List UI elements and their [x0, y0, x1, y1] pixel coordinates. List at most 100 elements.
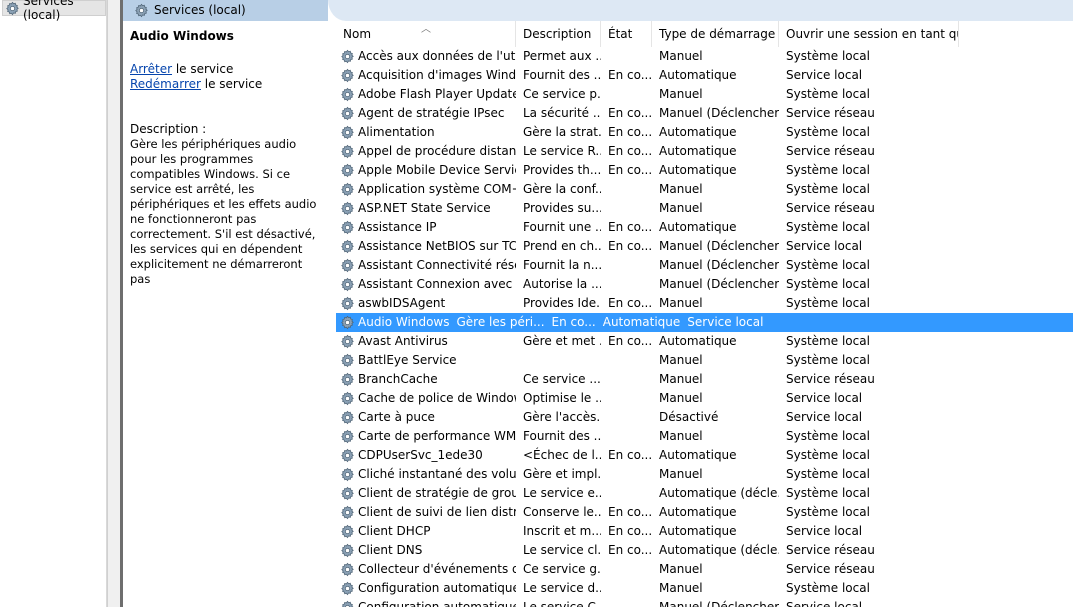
table-row[interactable]: Assistance NetBIOS sur TCP... Prend en ch… [336, 237, 1073, 256]
cell-logon-as: Système local [786, 505, 870, 519]
table-row[interactable]: Avast Antivirus Gère et met ... En co... Au… [336, 332, 1073, 351]
cell-name: Assistance NetBIOS sur TCP... [336, 237, 516, 256]
cell-status [601, 598, 652, 607]
cell-startup-type: Automatique [659, 448, 737, 462]
cell-name: ASP.NET State Service [336, 199, 516, 218]
cell-startup-type: Automatique [659, 220, 737, 234]
cell-description: Gère et met ... [523, 334, 601, 348]
cell-description: Provides th... [523, 163, 601, 177]
cell-status: En co... [608, 144, 652, 158]
cell-name: Acquisition d'images Wind... [336, 66, 516, 85]
cell-status [601, 465, 652, 484]
table-row[interactable]: Audio Windows Gère les péri... En co... Aut… [336, 313, 1073, 332]
table-row[interactable]: Client DNS Le service cl... En co... Automa… [336, 541, 1073, 560]
column-header-description[interactable]: Description [516, 21, 601, 47]
table-row[interactable]: Assistance IP Fournit une ... En co... Auto… [336, 218, 1073, 237]
cell-startup-type: Automatique [659, 505, 737, 519]
table-row[interactable]: ASP.NET State Service Provides su... Manue… [336, 199, 1073, 218]
column-header-status[interactable]: État [601, 21, 652, 47]
table-row[interactable]: Agent de stratégie IPsec La sécurité ... E… [336, 104, 1073, 123]
cell-logon-as: Système local [786, 296, 870, 310]
cell-startup-type: Manuel (Déclencher... [659, 277, 779, 291]
restart-service-link[interactable]: Redémarrer [130, 77, 201, 91]
table-row[interactable]: Accès aux données de l'utili... Permet au… [336, 47, 1073, 66]
cell-name: Assistance IP [336, 218, 516, 237]
table-row[interactable]: Carte à puce Gère l'accès... Désactivé Serv… [336, 408, 1073, 427]
table-row[interactable]: aswbIDSAgent Provides Ide... En co... Manue… [336, 294, 1073, 313]
cell-status [601, 180, 652, 199]
table-row[interactable]: Appel de procédure distant... Le service … [336, 142, 1073, 161]
table-row[interactable]: Assistant Connectivité réseau Fournit la … [336, 256, 1073, 275]
table-row[interactable]: Apple Mobile Device Service Provides th..… [336, 161, 1073, 180]
column-header-name[interactable]: ︿ Nom [336, 21, 516, 47]
cell-name: Assistant Connectivité réseau [336, 256, 516, 275]
table-row[interactable]: BattlEye Service Manuel Système local [336, 351, 1073, 370]
description-label: Description : [130, 122, 207, 136]
service-gear-icon [340, 410, 355, 425]
cell-status: En co... [608, 106, 652, 120]
stop-service-suffix: le service [172, 62, 234, 76]
cell-status: En co... [608, 125, 652, 139]
cell-name: Apple Mobile Device Service [336, 161, 516, 180]
cell-description: Ce service ... [523, 372, 601, 386]
table-row[interactable]: Configuration automatique... Le service C… [336, 598, 1073, 607]
table-row[interactable]: Carte de performance WMI Fournit des ... M… [336, 427, 1073, 446]
cell-description: Ce service g... [523, 562, 601, 576]
cell-status [601, 47, 652, 66]
table-row[interactable]: Collecteur d'événements de... Ce service … [336, 560, 1073, 579]
service-gear-icon [340, 106, 355, 121]
table-row[interactable]: Assistant Connexion avec u... Autorise la… [336, 275, 1073, 294]
column-header-startup-type[interactable]: Type de démarrage [652, 21, 779, 47]
cell-startup-type: Manuel [659, 372, 703, 386]
table-row[interactable]: Client de stratégie de groupe Le service … [336, 484, 1073, 503]
cell-logon-as: Service local [786, 68, 863, 82]
cell-logon-as: Service réseau [786, 372, 875, 386]
service-gear-icon [340, 429, 355, 444]
table-row[interactable]: Cliché instantané des volu... Gère et imp… [336, 465, 1073, 484]
cell-startup-type: Automatique [602, 315, 681, 329]
table-row[interactable]: Acquisition d'images Wind... Fournit des … [336, 66, 1073, 85]
tree-node-services-local[interactable]: Services (local) [2, 0, 106, 22]
column-header-logon-as[interactable]: Ouvrir une session en tant que [779, 21, 959, 47]
table-row[interactable]: Alimentation Gère la strat... En co... Auto… [336, 123, 1073, 142]
table-row[interactable]: Configuration automatique... Le service d… [336, 579, 1073, 598]
cell-logon-as: Système local [786, 182, 870, 196]
cell-name: Adobe Flash Player Update ... [336, 85, 516, 104]
stop-service-link[interactable]: Arrêter [130, 62, 172, 76]
table-row[interactable]: CDPUserSvc_1ede30 <Échec de l... En co... A… [336, 446, 1073, 465]
service-gear-icon [340, 562, 355, 577]
cell-description: Permet aux ... [523, 49, 601, 63]
cell-logon-as: Système local [786, 467, 870, 481]
cell-description: Gère l'accès... [523, 410, 601, 424]
table-row[interactable]: Application système COM+ Gère la conf... M… [336, 180, 1073, 199]
cell-description: Le service cl... [523, 543, 601, 557]
table-row[interactable]: Client de suivi de lien distri... Conserv… [336, 503, 1073, 522]
cell-description: Ce service p... [523, 87, 601, 101]
table-row[interactable]: BranchCache Ce service ... Manuel Service r… [336, 370, 1073, 389]
service-gear-icon [340, 448, 355, 463]
service-gear-icon [340, 524, 355, 539]
table-row[interactable]: Cache de police de Window... Optimise le … [336, 389, 1073, 408]
cell-status: En co... [608, 220, 652, 234]
cell-name: Application système COM+ [336, 180, 516, 199]
table-row[interactable]: Adobe Flash Player Update ... Ce service … [336, 85, 1073, 104]
tree-pane: Services (local) [0, 0, 107, 607]
cell-status [601, 408, 652, 427]
cell-description: Fournit des ... [523, 68, 601, 82]
cell-name: aswbIDSAgent [336, 294, 516, 313]
list-rows: Accès aux données de l'utili... Permet au… [336, 47, 1073, 607]
table-row[interactable]: Client DHCP Inscrit et m... En co... Automa… [336, 522, 1073, 541]
cell-status [601, 370, 652, 389]
cell-logon-as: Service réseau [786, 106, 875, 120]
cell-name: Configuration automatique... [336, 579, 516, 598]
service-actions: Arrêter le service Redémarrer le service [130, 62, 326, 92]
description-pane: Audio Windows Arrêter le service Redémar… [123, 21, 333, 607]
cell-name: Assistant Connexion avec u... [336, 275, 516, 294]
cell-status: En co... [608, 505, 652, 519]
cell-status [601, 484, 652, 503]
cell-description: Fournit une ... [523, 220, 601, 234]
cell-description: La sécurité ... [523, 106, 601, 120]
cell-status: En co... [551, 315, 596, 329]
cell-logon-as: Système local [786, 334, 870, 348]
cell-logon-as: Système local [786, 277, 870, 291]
